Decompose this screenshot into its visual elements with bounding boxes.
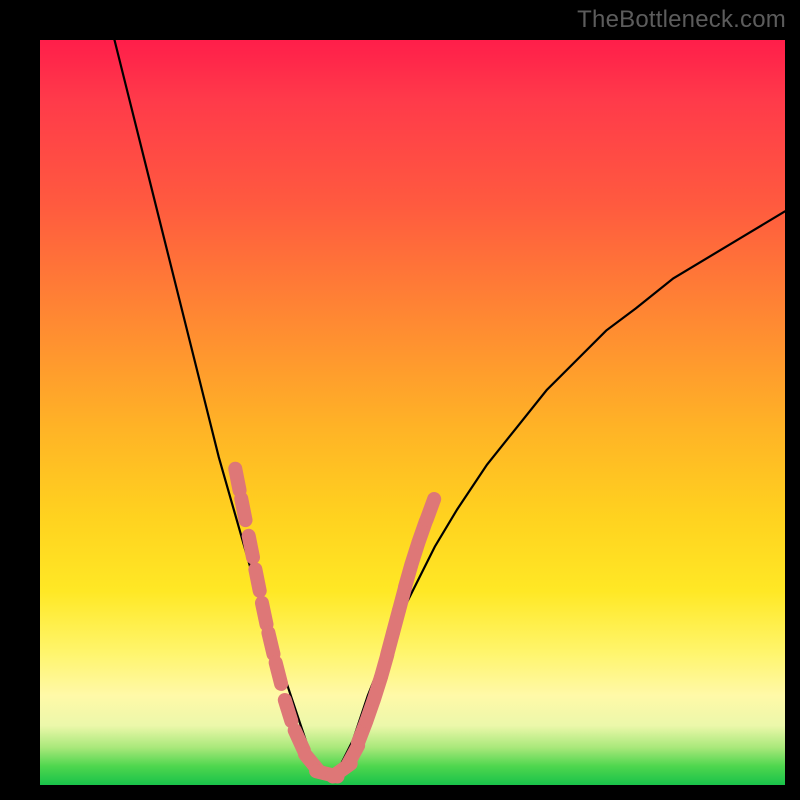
curve-left-branch — [115, 40, 316, 770]
marker-segment-shade — [241, 499, 245, 521]
marker-segment-shade — [295, 730, 304, 750]
watermark-text: TheBottleneck.com — [577, 6, 786, 34]
plot-area — [40, 40, 785, 785]
marker-segment-shade — [427, 499, 435, 520]
marker-segment-shade — [262, 603, 267, 625]
curve-right-branch — [338, 211, 785, 770]
marker-layer — [235, 469, 434, 777]
chart-frame: TheBottleneck.com — [0, 0, 800, 800]
marker-segment-shade — [255, 569, 259, 591]
marker-segment-shade — [268, 633, 273, 654]
chart-svg — [40, 40, 785, 785]
marker-segment-shade — [285, 700, 292, 721]
marker-segment-shade — [276, 663, 281, 684]
curve-layer — [115, 40, 786, 770]
marker-segment-shade — [235, 469, 239, 491]
marker-segment-shade — [249, 536, 253, 558]
